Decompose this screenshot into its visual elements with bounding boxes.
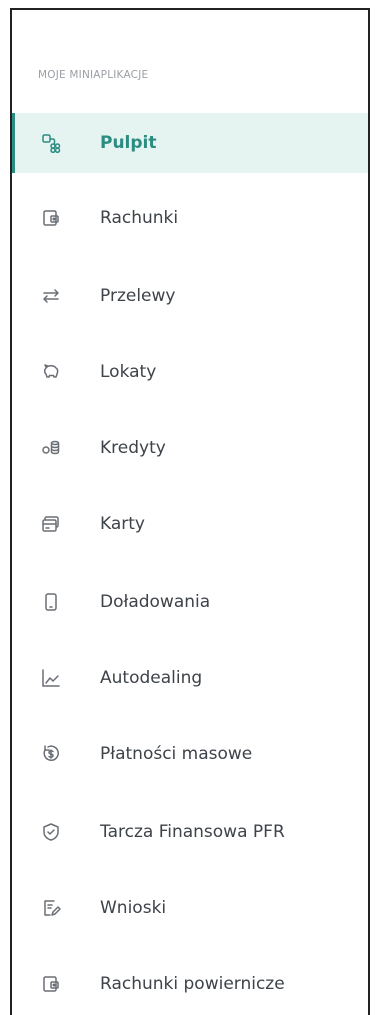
transfer-arrows-icon	[40, 285, 62, 307]
sidebar-item-label: Płatności masowe	[100, 744, 253, 764]
accounts-icon	[40, 207, 62, 229]
sidebar-item-doladowania[interactable]: Doładowania	[12, 572, 368, 632]
sidebar-item-pulpit[interactable]: Pulpit	[12, 113, 368, 173]
accounts-icon	[40, 973, 62, 995]
sidebar-item-platnosci-masowe[interactable]: Płatności masowe	[12, 724, 368, 784]
sidebar-item-label: Rachunki powiernicze	[100, 974, 285, 994]
sidebar-item-label: Autodealing	[100, 668, 203, 688]
sidebar-item-tarcza-finansowa[interactable]: Tarcza Finansowa PFR	[12, 802, 368, 862]
sidebar-item-rachunki[interactable]: Rachunki	[12, 188, 368, 248]
sidebar-item-przelewy[interactable]: Przelewy	[12, 266, 368, 326]
sidebar-item-label: Rachunki	[100, 208, 179, 228]
app-frame: MOJE MINIAPLIKACJE Pulpit Rachunki Przel…	[0, 0, 385, 1015]
sidebar: MOJE MINIAPLIKACJE Pulpit Rachunki Przel…	[10, 8, 370, 1015]
sidebar-item-label: Wnioski	[100, 898, 167, 918]
phone-icon	[40, 591, 62, 613]
sidebar-item-karty[interactable]: Karty	[12, 494, 368, 554]
section-title: MOJE MINIAPLIKACJE	[38, 69, 149, 81]
sidebar-item-rachunki-powiernicze[interactable]: Rachunki powiernicze	[12, 954, 368, 1014]
chart-line-icon	[40, 667, 62, 689]
dashboard-icon	[40, 132, 62, 154]
shield-check-icon	[40, 821, 62, 843]
coins-icon	[40, 437, 62, 459]
sidebar-item-label: Kredyty	[100, 438, 166, 458]
sidebar-item-wnioski[interactable]: Wnioski	[12, 878, 368, 938]
sidebar-item-lokaty[interactable]: Lokaty	[12, 342, 368, 402]
sidebar-item-label: Tarcza Finansowa PFR	[100, 822, 285, 842]
sidebar-item-kredyty[interactable]: Kredyty	[12, 418, 368, 478]
sidebar-item-label: Pulpit	[100, 133, 157, 153]
sidebar-item-label: Karty	[100, 514, 145, 534]
document-edit-icon	[40, 897, 62, 919]
money-circle-icon	[40, 743, 62, 765]
sidebar-item-label: Przelewy	[100, 286, 176, 306]
card-icon	[40, 513, 62, 535]
sidebar-item-label: Lokaty	[100, 362, 157, 382]
sidebar-item-autodealing[interactable]: Autodealing	[12, 648, 368, 708]
sidebar-item-label: Doładowania	[100, 592, 211, 612]
piggy-bank-icon	[40, 361, 62, 383]
